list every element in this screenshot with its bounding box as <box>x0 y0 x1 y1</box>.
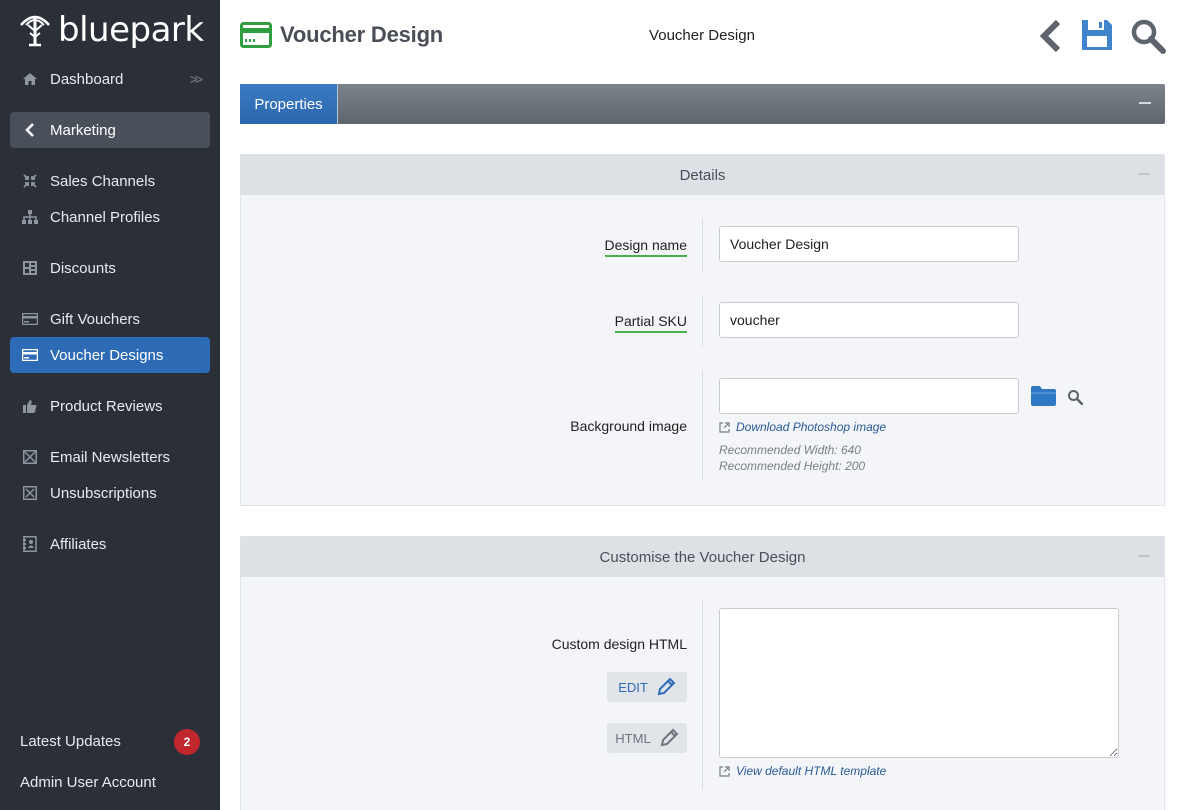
divider <box>702 295 703 347</box>
customise-panel: Customise the Voucher Design Custom desi… <box>240 536 1165 810</box>
recommended-height-hint: Recommended Height: 200 <box>719 459 866 473</box>
design-name-label: Design name <box>604 237 687 257</box>
record-title: Voucher Design <box>649 27 755 44</box>
background-image-label: Background image <box>570 418 687 434</box>
home-icon <box>20 72 40 86</box>
sidebar-item-discounts[interactable]: Discounts <box>10 250 210 286</box>
recommended-width-hint: Recommended Width: 640 <box>719 443 861 457</box>
sidebar-item-affiliates[interactable]: Affiliates <box>10 526 210 562</box>
back-icon <box>1039 19 1061 53</box>
card-icon <box>20 313 40 325</box>
sidebar-item-label: Discounts <box>50 259 116 277</box>
latest-updates-link[interactable]: Latest Updates <box>20 733 121 750</box>
sidebar-item-label: Email Newsletters <box>50 448 171 466</box>
sidebar-item-label: Voucher Designs <box>50 346 164 364</box>
sidebar-item-label: Sales Channels <box>50 172 156 190</box>
edit-button-label: EDIT <box>618 679 648 695</box>
panel-title: Details <box>679 166 726 184</box>
sidebar-item-label: Dashboard <box>50 70 124 88</box>
sidebar-item-label: Marketing <box>50 121 116 139</box>
envelope-x-icon <box>20 450 40 464</box>
panel-title: Customise the Voucher Design <box>599 548 806 566</box>
compress-icon <box>20 174 40 188</box>
collapse-icon[interactable] <box>1138 173 1150 175</box>
details-panel: Details Design name Partial SKU Backgrou… <box>240 154 1165 506</box>
tab-properties[interactable]: Properties <box>240 84 338 124</box>
panel-header[interactable]: Customise the Voucher Design <box>241 537 1164 577</box>
sidebar-item-label: Unsubscriptions <box>50 484 157 502</box>
view-template-link[interactable]: View default HTML template <box>719 764 886 778</box>
view-template-link-text: View default HTML template <box>736 764 887 778</box>
envelope-x-icon <box>20 486 40 500</box>
panel-header[interactable]: Details <box>241 155 1164 195</box>
partial-sku-label: Partial SKU <box>614 313 687 333</box>
save-icon <box>1082 20 1112 50</box>
pencil-icon <box>657 677 676 696</box>
sidebar-item-marketing[interactable]: Marketing <box>10 112 210 148</box>
search-button[interactable] <box>1130 18 1166 59</box>
sidebar-item-label: Product Reviews <box>50 397 163 415</box>
divider <box>702 219 703 271</box>
sidebar-item-product-reviews[interactable]: Product Reviews <box>10 388 210 424</box>
download-link-text: Download Photoshop image <box>736 420 887 434</box>
tab-bar: Properties <box>240 84 1165 124</box>
search-icon <box>1131 19 1166 54</box>
sidebar-item-dashboard[interactable]: Dashboard >> <box>10 61 210 97</box>
collapse-icon[interactable] <box>1138 555 1150 557</box>
divider <box>702 371 703 481</box>
address-book-icon <box>20 536 40 552</box>
design-name-input[interactable] <box>719 226 1019 262</box>
double-chevron-right-icon[interactable]: >> <box>190 71 203 87</box>
sidebar-item-label: Channel Profiles <box>50 208 161 226</box>
sidebar-item-label: Affiliates <box>50 535 107 553</box>
admin-account-link[interactable]: Admin User Account <box>20 774 156 791</box>
sidebar-item-unsubscriptions[interactable]: Unsubscriptions <box>10 475 210 511</box>
card-icon <box>20 349 40 361</box>
divider <box>702 601 703 789</box>
external-link-icon <box>719 421 730 433</box>
external-link-icon <box>719 765 730 777</box>
background-image-input[interactable] <box>719 378 1019 414</box>
sidebar-item-gift-vouchers[interactable]: Gift Vouchers <box>10 301 210 337</box>
save-button[interactable] <box>1080 18 1114 57</box>
sidebar: bluepark Dashboard >> Marketing Sales Ch… <box>0 0 220 810</box>
folder-icon[interactable] <box>1031 386 1056 411</box>
thumbs-up-icon <box>20 399 40 413</box>
sidebar-item-channel-profiles[interactable]: Channel Profiles <box>10 199 210 235</box>
edit-button[interactable]: EDIT <box>607 672 687 702</box>
browse-search-icon[interactable] <box>1067 389 1084 410</box>
collapse-icon[interactable] <box>1139 102 1151 104</box>
notification-badge: 2 <box>174 729 200 755</box>
sidebar-item-label: Gift Vouchers <box>50 310 141 328</box>
sidebar-item-sales-channels[interactable]: Sales Channels <box>10 163 210 199</box>
discount-grid-icon <box>20 261 40 275</box>
custom-html-textarea[interactable] <box>719 608 1119 758</box>
custom-html-label: Custom design HTML <box>551 636 687 652</box>
download-photoshop-link[interactable]: Download Photoshop image <box>719 420 886 434</box>
html-button-label: HTML <box>615 730 651 746</box>
partial-sku-input[interactable] <box>719 302 1019 338</box>
sitemap-icon <box>20 210 40 224</box>
sidebar-item-voucher-designs[interactable]: Voucher Designs <box>10 337 210 373</box>
back-button[interactable] <box>1038 18 1064 59</box>
chevron-left-icon <box>20 123 40 137</box>
sidebar-item-email-newsletters[interactable]: Email Newsletters <box>10 439 210 475</box>
html-button[interactable]: HTML <box>607 723 687 753</box>
pencil-icon <box>660 728 679 747</box>
